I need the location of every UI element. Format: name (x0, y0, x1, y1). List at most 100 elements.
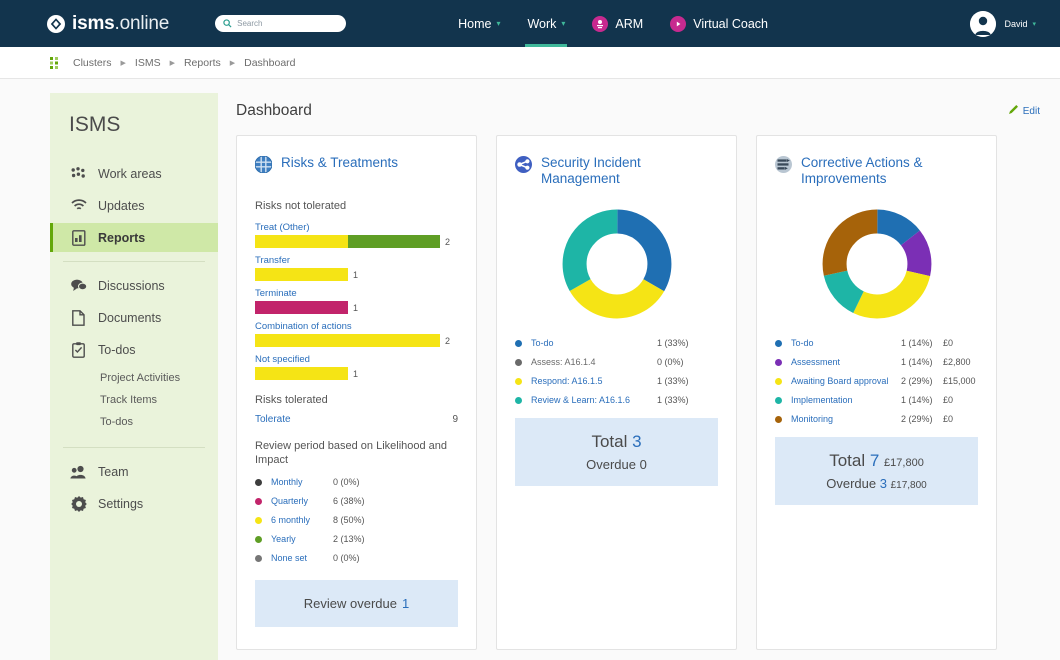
sidebar-item-todos[interactable]: To-dos (50, 335, 218, 364)
bar-label[interactable]: Not specified (255, 354, 458, 365)
corrective-actions-icon (775, 156, 792, 178)
legend-label[interactable]: Quarterly (271, 496, 333, 507)
legend-item[interactable]: Respond: A16.1.5 1 (33%) (515, 376, 718, 387)
card-risks-and-treatments: Risks & Treatments Risks not tolerated T… (236, 135, 477, 650)
overdue-value[interactable]: 3 (880, 476, 887, 491)
sidebar-item-team[interactable]: Team (50, 457, 218, 486)
breadcrumb-item-isms[interactable]: ISMS (135, 57, 161, 69)
legend-item[interactable]: Review & Learn: A16.1.6 1 (33%) (515, 395, 718, 406)
bar-label[interactable]: Combination of actions (255, 321, 458, 332)
legend-item: Assess: A16.1.4 0 (0%) (515, 357, 718, 368)
legend-item[interactable]: Assessment 1 (14%) £2,800 (775, 357, 978, 368)
totals-box-security-incidents: Total 3 Overdue 0 (515, 418, 718, 486)
legend-item[interactable]: Awaiting Board approval 2 (29%) £15,000 (775, 376, 978, 387)
legend-item[interactable]: Monitoring 2 (29%) £0 (775, 414, 978, 425)
sidebar-item-label: Discussions (98, 278, 165, 293)
bar-label[interactable]: Treat (Other) (255, 222, 458, 233)
globe-grid-icon (254, 155, 273, 178)
sidebar-item-label: To-dos (98, 342, 136, 357)
tolerate-label[interactable]: Tolerate (255, 414, 291, 425)
legend-label[interactable]: Respond: A16.1.5 (531, 376, 657, 387)
sidebar-item-label: Updates (98, 198, 145, 213)
legend-item[interactable]: None set 0 (0%) (255, 553, 458, 564)
bar-value: 1 (353, 302, 359, 313)
nav-item-virtual-coach[interactable]: Virtual Coach (670, 0, 768, 47)
bar-segment (255, 334, 440, 347)
total-value[interactable]: 7 (870, 451, 879, 470)
review-overdue-value[interactable]: 1 (402, 596, 409, 611)
sidebar-title: ISMS (69, 113, 121, 136)
total-value[interactable]: 3 (632, 432, 641, 451)
legend-color-dot (775, 378, 782, 385)
main-content: Dashboard Edit Risks & Treatments Risks … (218, 79, 1060, 660)
search-input[interactable]: Search (215, 15, 347, 32)
legend-color-dot (255, 479, 262, 486)
bar-label[interactable]: Terminate (255, 288, 458, 299)
sidebar-item-discussions[interactable]: Discussions (50, 271, 218, 300)
nav-item-work-label: Work (527, 16, 557, 31)
brand-logo[interactable]: isms .online (47, 13, 169, 35)
legend-label[interactable]: Implementation (791, 395, 901, 406)
clusters-grid-icon (50, 56, 63, 69)
sidebar-item-label: Team (98, 464, 129, 479)
legend-label[interactable]: Monthly (271, 477, 333, 488)
card-title[interactable]: Corrective Actions & Improvements (801, 155, 978, 186)
legend-item[interactable]: 6 monthly 8 (50%) (255, 515, 458, 526)
legend-label[interactable]: Monitoring (791, 414, 901, 425)
legend-label[interactable]: Assessment (791, 357, 901, 368)
legend-color-dot (515, 359, 522, 366)
sidebar-subitem-track-items[interactable]: Track Items (50, 389, 218, 411)
legend-label[interactable]: To-do (531, 338, 657, 349)
legend-item[interactable]: Quarterly 6 (38%) (255, 496, 458, 507)
legend-label[interactable]: To-do (791, 338, 901, 349)
sidebar-item-label: Reports (98, 230, 146, 245)
legend-label[interactable]: None set (271, 553, 333, 564)
sidebar-item-settings[interactable]: Settings (50, 489, 218, 518)
card-title[interactable]: Risks & Treatments (281, 155, 398, 171)
nav-item-arm[interactable]: ARM (592, 0, 643, 47)
avatar (970, 10, 997, 37)
legend-item[interactable]: To-do 1 (14%) £0 (775, 338, 978, 349)
card-security-incident-management: Security Incident Management To-do 1 (33… (496, 135, 737, 650)
reports-doc-icon (69, 229, 88, 246)
overdue-label: Overdue (586, 457, 636, 472)
total-row: Total 3 (523, 432, 710, 452)
legend-label[interactable]: Review & Learn: A16.1.6 (531, 395, 657, 406)
sidebar-subitem-to-dos[interactable]: To-dos (50, 411, 218, 433)
legend-count: 1 (14%) (901, 395, 933, 405)
sidebar-item-documents[interactable]: Documents (50, 303, 218, 332)
legend-label[interactable]: 6 monthly (271, 515, 333, 526)
legend-item[interactable]: Monthly 0 (0%) (255, 477, 458, 488)
legend-item[interactable]: To-do 1 (33%) (515, 338, 718, 349)
breadcrumb-item-reports[interactable]: Reports (184, 57, 221, 69)
content-header: Dashboard Edit (236, 93, 1042, 129)
bar-segment (255, 235, 348, 248)
edit-label: Edit (1022, 105, 1040, 117)
donut-slice-review-learn[interactable] (562, 209, 671, 319)
arm-badge-icon (592, 15, 609, 32)
legend-count: 2 (29%) (901, 376, 933, 386)
nav-item-work[interactable]: Work ▾ (525, 0, 568, 47)
breadcrumb-item-dashboard[interactable]: Dashboard (244, 57, 295, 69)
overdue-row: Overdue 0 (523, 457, 710, 472)
play-circle-icon (670, 15, 687, 32)
breadcrumb-separator-icon: ▶ (229, 59, 236, 67)
legend-item[interactable]: Implementation 1 (14%) £0 (775, 395, 978, 406)
bar-row: Transfer 1 (255, 255, 458, 281)
legend-amount: £0 (943, 338, 954, 348)
bar-label[interactable]: Transfer (255, 255, 458, 266)
sidebar-item-reports[interactable]: Reports (50, 223, 218, 252)
sidebar-item-updates[interactable]: Updates (50, 191, 218, 220)
breadcrumb-item-clusters[interactable]: Clusters (73, 57, 112, 69)
legend-label[interactable]: Awaiting Board approval (791, 376, 901, 387)
donut-slice-monitoring[interactable] (822, 209, 931, 319)
sidebar-subitem-project-activities[interactable]: Project Activities (50, 367, 218, 389)
sidebar-item-work-areas[interactable]: Work areas (50, 159, 218, 188)
edit-button[interactable]: Edit (1008, 104, 1040, 118)
legend-item[interactable]: Yearly 2 (13%) (255, 534, 458, 545)
nav-item-home[interactable]: Home ▾ (458, 0, 500, 47)
legend-label[interactable]: Yearly (271, 534, 333, 545)
legend-count: 2 (29%) (901, 414, 933, 424)
card-title[interactable]: Security Incident Management (541, 155, 718, 186)
user-menu[interactable]: David ▾ (970, 10, 1036, 37)
